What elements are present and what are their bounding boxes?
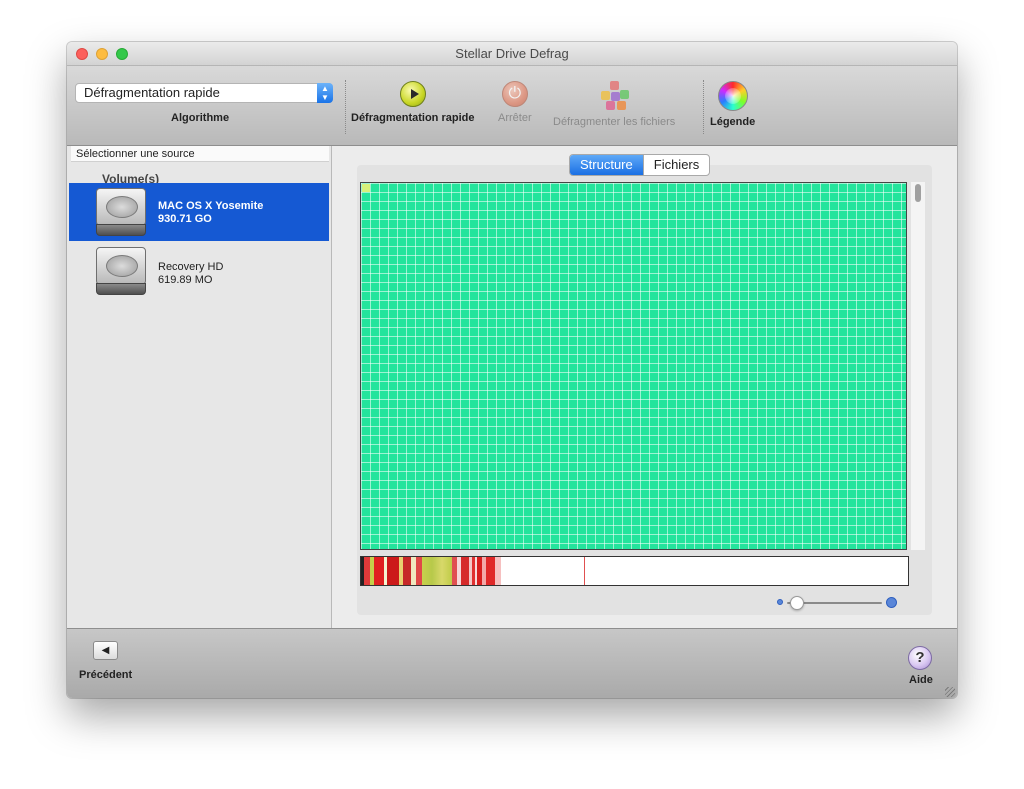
algorithm-label: Algorithme xyxy=(171,112,230,124)
volume-size: 619.89 MO xyxy=(158,274,213,286)
defrag-files-label: Défragmenter les fichiers xyxy=(553,116,676,128)
help-button[interactable]: ? xyxy=(908,646,932,670)
power-icon: ⏻ xyxy=(501,81,528,107)
volume-size: 930.71 GO xyxy=(158,213,212,225)
files-icon xyxy=(598,81,630,111)
source-header: Sélectionner une source xyxy=(71,146,329,162)
legend-button[interactable]: Légende xyxy=(710,81,755,128)
zoom-in-icon[interactable] xyxy=(886,597,897,608)
volume-name: Recovery HD xyxy=(158,261,224,273)
toolbar-separator xyxy=(703,80,704,134)
view-tabs: Structure Fichiers xyxy=(569,154,711,176)
algorithm-select[interactable]: Défragmentation rapide ▲ ▼ xyxy=(75,83,333,103)
scrollbar-thumb[interactable] xyxy=(915,184,921,202)
tab-fichiers[interactable]: Fichiers xyxy=(642,155,710,175)
back-label: Précédent xyxy=(79,669,133,681)
main-panel: Structure Fichiers xyxy=(332,146,957,628)
volume-item-mac-os-x[interactable]: MAC OS X Yosemite 930.71 GO xyxy=(69,183,329,241)
disk-block-map xyxy=(360,182,907,550)
play-icon xyxy=(399,81,426,107)
quick-defrag-button[interactable]: Défragmentation rapide xyxy=(351,81,474,124)
hard-disk-icon xyxy=(96,247,146,295)
defrag-files-button[interactable]: Défragmenter les fichiers xyxy=(553,81,675,128)
title-bar: Stellar Drive Defrag xyxy=(67,42,957,66)
color-wheel-icon xyxy=(717,81,748,111)
stop-button[interactable]: ⏻ Arrêter xyxy=(498,81,532,124)
map-scrollbar[interactable] xyxy=(911,182,925,550)
help-label: Aide xyxy=(909,674,933,686)
bottom-bar: ◀ Précédent ? Aide xyxy=(67,628,957,698)
back-button[interactable]: ◀ xyxy=(93,641,118,660)
question-icon: ? xyxy=(915,649,925,666)
hard-disk-icon xyxy=(96,188,146,236)
disk-block-cell xyxy=(362,184,370,192)
fragmentation-bar xyxy=(360,556,909,586)
window-title: Stellar Drive Defrag xyxy=(455,46,569,61)
zoom-slider[interactable] xyxy=(777,596,907,610)
app-window: Stellar Drive Defrag Défragmentation rap… xyxy=(67,42,957,698)
algorithm-select-value: Défragmentation rapide xyxy=(84,85,220,100)
legend-label: Légende xyxy=(710,116,756,128)
quick-defrag-label: Défragmentation rapide xyxy=(351,112,475,124)
volume-name: MAC OS X Yosemite xyxy=(158,200,264,212)
source-sidebar: Sélectionner une source Volume(s) MAC OS… xyxy=(67,146,332,628)
resize-grip[interactable] xyxy=(945,687,955,697)
stop-label: Arrêter xyxy=(498,112,532,124)
zoom-knob[interactable] xyxy=(789,596,804,610)
chevron-updown-icon: ▲ ▼ xyxy=(317,83,333,103)
toolbar-separator xyxy=(345,80,346,134)
arrow-left-icon: ◀ xyxy=(101,645,110,656)
volume-item-recovery-hd[interactable]: Recovery HD 619.89 MO xyxy=(69,242,329,300)
toolbar: Défragmentation rapide ▲ ▼ Algorithme Déf… xyxy=(67,66,957,146)
zoom-out-icon[interactable] xyxy=(777,599,783,605)
tab-structure[interactable]: Structure xyxy=(570,155,643,175)
